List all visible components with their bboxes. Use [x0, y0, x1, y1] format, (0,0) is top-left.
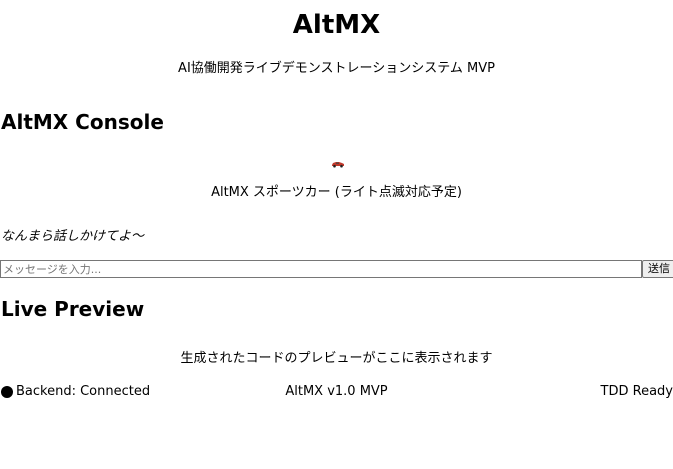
app-root: AltMX AI協働開発ライブデモンストレーションシステム MVP AltMX … — [0, 0, 673, 469]
app-subtitle: AI協働開発ライブデモンストレーションシステム MVP — [178, 61, 495, 76]
console-heading: AltMX Console — [1, 110, 164, 134]
car-caption: AltMX スポーツカー (ライト点滅対応予定) — [211, 185, 462, 200]
version-label: AltMX v1.0 MVP — [285, 384, 388, 399]
message-input[interactable] — [0, 260, 642, 278]
tdd-status: TDD Ready — [600, 384, 673, 399]
preview-heading: Live Preview — [1, 297, 145, 321]
greeting-message: なんまら話しかけてよ〜 — [1, 229, 145, 244]
preview-placeholder: 生成されたコードのプレビューがここに表示されます — [180, 351, 493, 366]
status-bar: Backend: Connected AltMX v1.0 MVP TDD Re… — [0, 383, 673, 401]
sports-car-icon — [332, 162, 344, 168]
app-title: AltMX — [292, 10, 381, 40]
send-button[interactable]: 送信 — [642, 260, 673, 278]
